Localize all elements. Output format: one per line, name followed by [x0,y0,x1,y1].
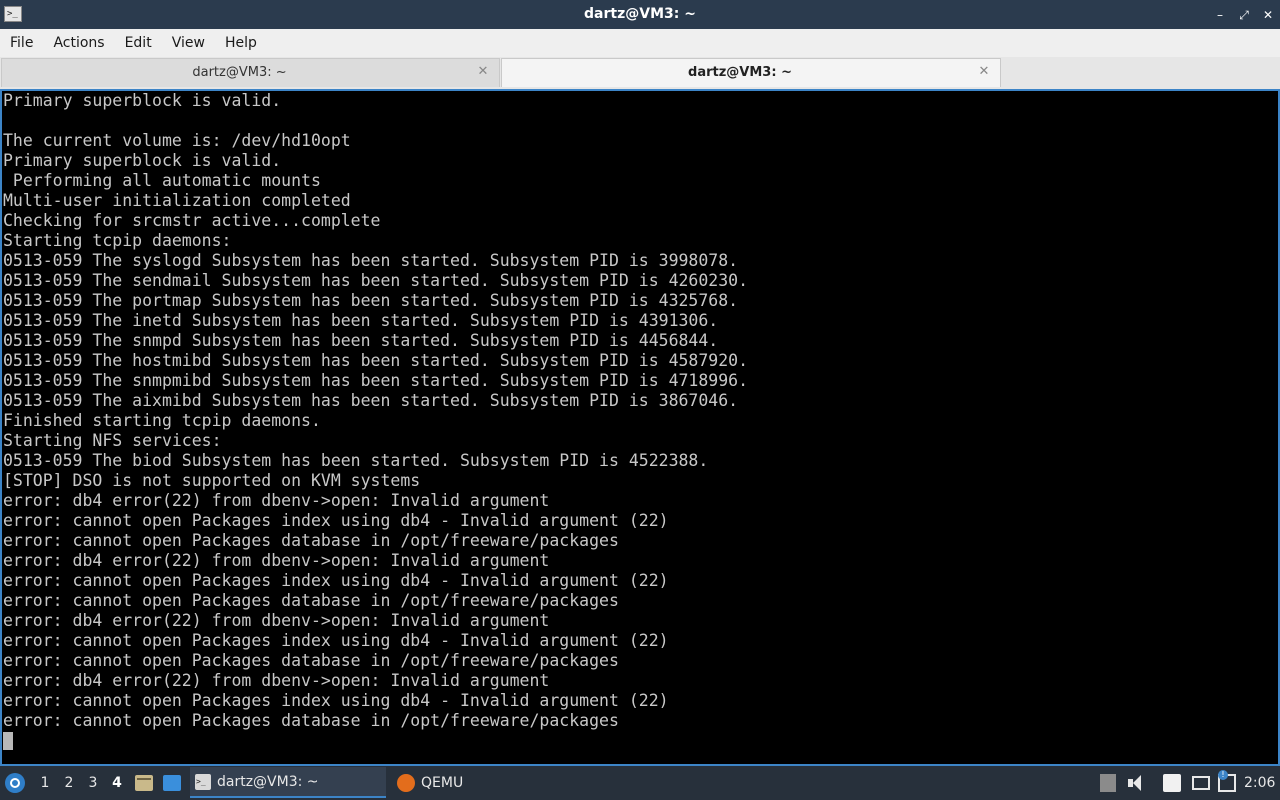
qemu-icon [397,773,415,792]
tab-label: dartz@VM3: ~ [688,65,792,80]
volume-icon[interactable] [1128,774,1144,792]
close-tab-icon[interactable]: ✕ [978,65,990,78]
terminal-line: 0513-059 The inetd Subsystem has been st… [3,311,719,330]
terminal-text: Primary superblock is valid. The current … [3,91,748,731]
menu-edit[interactable]: Edit [115,29,162,57]
tab-terminal-1[interactable]: dartz@VM3: ~ ✕ [1,58,500,87]
taskbar-item-label: QEMU [421,774,464,791]
workspace-3[interactable]: 3 [85,766,101,800]
terminal-line: error: cannot open Packages database in … [3,711,619,730]
terminal-line: 0513-059 The portmap Subsystem has been … [3,291,739,310]
terminal-line: error: cannot open Packages index using … [3,571,669,590]
workspace-2[interactable]: 2 [61,766,77,800]
window-titlebar: >_ dartz@VM3: ~ – ⤢ ✕ [0,0,1280,29]
clock[interactable]: 2:06 [1244,766,1275,800]
terminal-icon [195,773,211,790]
terminal-line: [STOP] DSO is not supported on KVM syste… [3,471,421,490]
network-icon[interactable] [1218,770,1236,792]
terminal-line: error: cannot open Packages database in … [3,651,619,670]
display-icon[interactable] [1192,776,1210,790]
terminal-line: Primary superblock is valid. [3,91,282,110]
terminal-line: error: db4 error(22) from dbenv->open: I… [3,491,550,510]
tab-label: dartz@VM3: ~ [192,65,287,80]
terminal-line: error: cannot open Packages database in … [3,591,619,610]
menu-bar: File Actions Edit View Help [0,29,1280,57]
taskbar: 1 2 3 4 dartz@VM3: ~ QEMU 2:06 [0,766,1280,800]
show-desktop-icon[interactable] [163,775,181,791]
taskbar-item-qemu[interactable]: QEMU [392,767,552,798]
tab-terminal-2[interactable]: dartz@VM3: ~ ✕ [501,58,1001,87]
close-icon[interactable]: ✕ [1262,9,1274,21]
terminal-line: 0513-059 The hostmibd Subsystem has been… [3,351,749,370]
terminal-line: 0513-059 The biod Subsystem has been sta… [3,451,709,470]
terminal-output[interactable]: Primary superblock is valid. The current … [0,89,1280,766]
terminal-line: error: cannot open Packages database in … [3,531,619,550]
terminal-cursor [3,732,13,750]
maximize-icon[interactable]: ⤢ [1238,9,1250,21]
terminal-line: error: cannot open Packages index using … [3,631,669,650]
menu-actions[interactable]: Actions [43,29,114,57]
window-title: dartz@VM3: ~ [584,6,696,22]
taskbar-item-terminal[interactable]: dartz@VM3: ~ [190,767,386,798]
window-controls: – ⤢ ✕ [1214,0,1274,29]
terminal-line: Starting tcpip daemons: [3,231,232,250]
menu-view[interactable]: View [162,29,215,57]
terminal-line: 0513-059 The sendmail Subsystem has been… [3,271,749,290]
terminal-line: error: db4 error(22) from dbenv->open: I… [3,551,550,570]
terminal-line: error: db4 error(22) from dbenv->open: I… [3,671,550,690]
terminal-line: 0513-059 The syslogd Subsystem has been … [3,251,739,270]
workspace-1[interactable]: 1 [37,766,53,800]
terminal-line: The current volume is: /dev/hd10opt [3,131,351,150]
menu-help[interactable]: Help [215,29,267,57]
terminal-line: Performing all automatic mounts [3,171,321,190]
eject-icon[interactable] [1100,774,1116,792]
minimize-icon[interactable]: – [1214,9,1226,21]
terminal-line: error: cannot open Packages index using … [3,511,669,530]
terminal-line: Primary superblock is valid. [3,151,282,170]
file-manager-icon[interactable] [135,775,153,791]
terminal-line: 0513-059 The snmpmibd Subsystem has been… [3,371,749,390]
terminal-line: Starting NFS services: [3,431,222,450]
clipboard-icon[interactable] [1163,774,1181,792]
terminal-line: Finished starting tcpip daemons. [3,411,321,430]
terminal-line: error: cannot open Packages index using … [3,691,669,710]
terminal-line: 0513-059 The snmpd Subsystem has been st… [3,331,719,350]
workspace-4[interactable]: 4 [109,766,125,800]
terminal-line: error: db4 error(22) from dbenv->open: I… [3,611,550,630]
start-menu-icon[interactable] [5,773,25,793]
close-tab-icon[interactable]: ✕ [477,65,489,78]
terminal-line: Multi-user initialization completed [3,191,351,210]
terminal-line: 0513-059 The aixmibd Subsystem has been … [3,391,739,410]
tab-bar: dartz@VM3: ~ ✕ dartz@VM3: ~ ✕ [0,57,1280,89]
terminal-line: Checking for srcmstr active...complete [3,211,381,230]
taskbar-item-label: dartz@VM3: ~ [217,773,319,790]
menu-file[interactable]: File [0,29,43,57]
